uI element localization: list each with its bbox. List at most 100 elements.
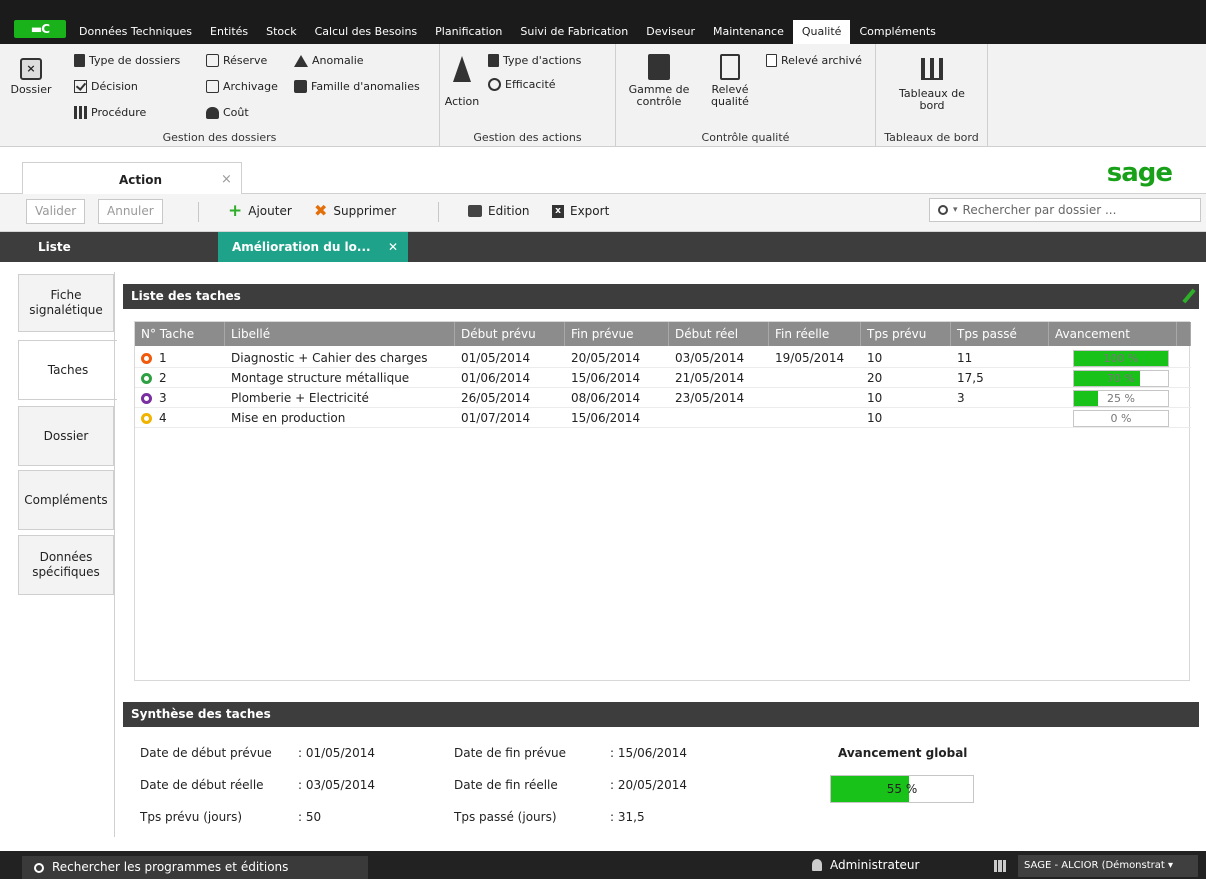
valider-button[interactable]: Valider [26, 199, 86, 224]
menu-tab-maintenance[interactable]: Maintenance [704, 20, 793, 44]
tableaux-bord-button[interactable]: Tableaux de bord [892, 58, 972, 112]
close-icon[interactable]: × [221, 172, 232, 187]
menu-tab-deviseur[interactable]: Deviseur [637, 20, 704, 44]
famille-anomalies-icon [294, 80, 307, 93]
releve-qualite-button[interactable]: Relevé qualité [700, 54, 760, 108]
efficacite-button[interactable]: Efficacité [488, 78, 556, 91]
status-bar: Rechercher les programmes et éditions Ad… [0, 851, 1206, 879]
date-fin-reelle-label: Date de fin réelle [454, 778, 558, 792]
date-fin-reelle-value: : 20/05/2014 [610, 778, 688, 792]
side-tab-donnees-specifiques[interactable]: Données spécifiques [18, 535, 114, 595]
action-button[interactable]: Action [442, 56, 482, 108]
search-dropdown-icon[interactable]: ▾ [953, 199, 958, 221]
table-row[interactable]: 3 Plomberie + Electricité 26/05/2014 08/06/… [135, 388, 1191, 408]
menu-tab-donnees-techniques[interactable]: Données Techniques [70, 20, 201, 44]
menu-tab-stock[interactable]: Stock [257, 20, 305, 44]
archivage-button[interactable]: Archivage [206, 80, 278, 93]
table-row[interactable]: 2 Montage structure métallique 01/06/2014 1… [135, 368, 1191, 388]
table-row[interactable]: 4 Mise en production 01/07/2014 15/06/2014 1… [135, 408, 1191, 428]
menu-bar: ▬C Données Techniques Entités Stock Calc… [0, 0, 1206, 44]
reserve-button[interactable]: Réserve [206, 54, 267, 67]
efficacite-label: Efficacité [505, 78, 556, 91]
anomalie-button[interactable]: Anomalie [294, 54, 364, 67]
app-logo[interactable]: ▬C [14, 20, 66, 38]
export-label: Export [570, 204, 610, 218]
building-icon [994, 860, 1006, 872]
column-header-fin-prevue[interactable]: Fin prévue [565, 322, 669, 346]
menu-tab-planification[interactable]: Planification [426, 20, 511, 44]
controle-qualite-group-label: Contrôle qualité [701, 131, 790, 144]
user-menu[interactable]: Administrateur [812, 858, 919, 872]
menu-tab-qualite[interactable]: Qualité [792, 20, 851, 44]
global-progress-bar: 55 % [830, 775, 974, 803]
ribbon-group-gestion-actions: Action Type d'actions Efficacité Gestion… [440, 44, 616, 146]
user-icon [812, 859, 822, 871]
sage-logo: sage [1106, 158, 1173, 188]
tasks-panel-header: Liste des taches [123, 284, 1199, 309]
side-tab-complements[interactable]: Compléments [18, 470, 114, 530]
column-header-tps-prevu[interactable]: Tps prévu [861, 322, 951, 346]
gamme-controle-button[interactable]: Gamme de contrôle [624, 54, 694, 108]
column-header-avancement[interactable]: Avancement [1049, 322, 1177, 346]
program-search-input[interactable]: Rechercher les programmes et éditions [22, 856, 368, 879]
pencil-icon[interactable] [1182, 288, 1196, 304]
annuler-button[interactable]: Annuler [98, 199, 163, 224]
side-tab-dossier[interactable]: Dossier [18, 406, 114, 466]
cout-button[interactable]: Coût [206, 106, 249, 119]
supprimer-button[interactable]: ✖ Supprimer [314, 203, 396, 219]
task-cell-fin-reelle: 19/05/2014 [775, 351, 845, 365]
ajouter-button[interactable]: + Ajouter [228, 201, 292, 221]
edition-button[interactable]: Edition [468, 204, 530, 218]
progress-bar: 70 % [1073, 370, 1169, 387]
company-selector[interactable]: SAGE - ALCIOR (Démonstrat ▾ [1018, 855, 1198, 877]
column-header-debut-prevu[interactable]: Début prévu [455, 322, 565, 346]
side-tab-label: Dossier [43, 428, 89, 443]
task-cell-debut-prevu: 01/07/2014 [461, 411, 531, 425]
decision-button[interactable]: Décision [74, 80, 138, 93]
type-dossiers-button[interactable]: Type de dossiers [74, 54, 180, 67]
menu-tab-calcul-besoins[interactable]: Calcul des Besoins [306, 20, 427, 44]
column-header-tps-passe[interactable]: Tps passé [951, 322, 1049, 346]
task-cell-tps-passe: 3 [957, 391, 965, 405]
cout-label: Coût [223, 106, 249, 119]
search-placeholder: Rechercher par dossier ... [962, 203, 1117, 217]
document-tab-action[interactable]: Action × [22, 162, 242, 195]
export-button[interactable]: x Export [552, 204, 609, 218]
menu-tab-entites[interactable]: Entités [201, 20, 257, 44]
task-cell-fin-prevue: 15/06/2014 [571, 411, 641, 425]
dossier-search-input[interactable]: ▾ Rechercher par dossier ... [929, 198, 1201, 222]
table-row[interactable]: 1 Diagnostic + Cahier des charges 01/05/20… [135, 348, 1191, 368]
search-icon [34, 862, 44, 873]
releve-check-icon [720, 54, 740, 80]
menu-tab-complements[interactable]: Compléments [850, 20, 944, 44]
close-icon[interactable]: ✕ [388, 232, 398, 262]
user-name: Administrateur [830, 858, 920, 872]
document-icon [488, 54, 499, 67]
tab-current-action[interactable]: Amélioration du lo... ✕ [218, 232, 408, 262]
type-actions-button[interactable]: Type d'actions [488, 54, 581, 67]
column-header-libelle[interactable]: Libellé [225, 322, 455, 346]
date-fin-prevue-label: Date de fin prévue [454, 746, 567, 760]
column-header-fin-reelle[interactable]: Fin réelle [769, 322, 861, 346]
task-cell-debut-reel: 21/05/2014 [675, 371, 745, 385]
side-tab-fiche-signaletique[interactable]: Fiche signalétique [18, 274, 114, 332]
famille-anomalies-button[interactable]: Famille d'anomalies [294, 80, 420, 93]
tasks-panel-title: Liste des taches [131, 289, 241, 303]
column-header-num[interactable]: N° Tache [135, 322, 225, 346]
task-cell-tps-prevu: 10 [867, 351, 883, 365]
releve-archive-button[interactable]: Relevé archivé [766, 54, 862, 67]
task-cell-debut-reel: 23/05/2014 [675, 391, 745, 405]
side-tab-taches[interactable]: Taches [18, 340, 117, 400]
procedure-button[interactable]: Procédure [74, 106, 146, 119]
ribbon: × Dossier Type de dossiers Décision Proc… [0, 44, 1206, 147]
toolbar-separator [198, 202, 199, 222]
dossier-button[interactable]: × Dossier [6, 58, 56, 96]
progress-text: 0 % [1110, 412, 1132, 425]
document-icon [74, 54, 85, 67]
task-cell-label: Montage structure métallique [231, 371, 410, 385]
plus-icon: + [228, 201, 243, 221]
tab-liste[interactable]: Liste [38, 232, 71, 262]
column-header-debut-reel[interactable]: Début réel [669, 322, 769, 346]
sub-tab-bar: Liste Amélioration du lo... ✕ [0, 232, 1206, 262]
menu-tab-suivi-fabrication[interactable]: Suivi de Fabrication [511, 20, 637, 44]
